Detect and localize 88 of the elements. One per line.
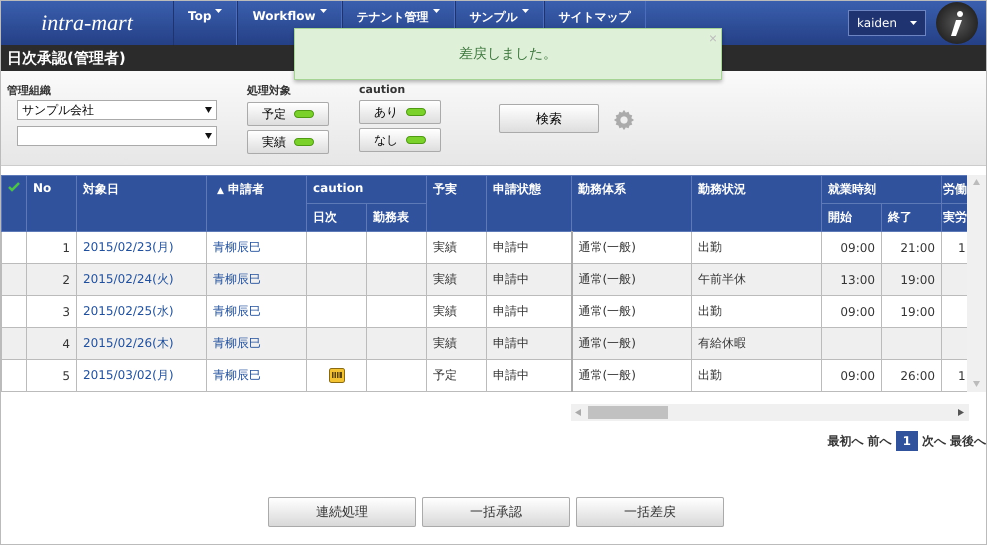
table-cell: 通常(一般) [572,328,692,360]
table-cell: 出勤 [692,296,822,328]
column-header: 申請状態 [486,176,572,232]
table-cell: 4 [26,328,76,360]
previous-page-link[interactable]: 前へ [868,432,892,450]
table-cell: 申請中 [486,264,572,296]
filter-label: caution [359,83,406,96]
column-header: 予実 [426,176,487,232]
scroll-right-icon[interactable] [958,409,965,416]
scroll-left-icon[interactable] [575,409,582,416]
column-header: 終了 [882,204,942,232]
column-group-header: caution [306,176,427,204]
table-cell: 実績 [426,232,487,264]
caution-icon[interactable] [328,368,344,384]
vertical-scrollbar[interactable] [967,175,986,392]
dropdown-icon[interactable] [205,106,212,114]
page-number-link[interactable]: 1 [896,431,918,451]
column-group-header: 就業時刻 [822,176,942,204]
table-cell: 19:00 [882,264,942,296]
caret-icon [432,9,440,13]
column-header: 対象日 [76,176,206,232]
settings-icon[interactable] [613,109,635,131]
table-cell: 有給休暇 [692,328,822,360]
last-page-link[interactable]: 最後へ [950,432,986,450]
table-cell: 申請中 [486,232,572,264]
filter-label: 処理対象 [247,83,292,98]
action-button[interactable]: 一括承認 [422,497,570,527]
filter-toggle-button[interactable]: 予定 [247,102,329,126]
scroll-down-icon[interactable] [973,381,980,388]
dropdown-icon[interactable] [205,132,212,140]
table-cell: 申請中 [486,296,572,328]
table-cell: 通常(一般) [572,264,692,296]
action-button[interactable]: 一括差戻 [576,497,724,527]
filter-toggle-button[interactable]: あり [359,100,441,124]
next-page-link[interactable]: 次へ [922,432,946,450]
table-cell: 5 [26,360,76,392]
table-cell: 1 [942,232,968,264]
column-header: 開始 [822,204,882,232]
select-all-header[interactable] [2,176,26,232]
table-cell: 1 [26,232,76,264]
caret-icon [320,9,327,13]
table-cell: 申請中 [486,360,572,392]
action-button[interactable]: 連続処理 [268,497,416,527]
caret-icon [215,9,222,13]
sortable-column-header[interactable]: ▲ 申請者 [206,176,306,232]
table-cell: 09:00 [822,296,882,328]
table-cell: 1 [942,360,968,392]
table-cell: 09:00 [822,232,882,264]
filter-label: 管理組織 [7,83,52,98]
organization-select[interactable]: サンプル会社 [17,100,217,120]
user-menu-button[interactable]: kaiden [848,10,926,36]
column-header: 実労 [942,204,968,232]
filter-toggle-button[interactable]: 実績 [247,130,329,154]
table-cell: 実績 [426,328,487,360]
filter-toggle-button[interactable]: なし [359,128,441,152]
search-button[interactable]: 検索 [499,104,599,133]
table-cell: 通常(一般) [572,232,692,264]
table-cell: 午前半休 [692,264,822,296]
table-cell: 申請中 [486,328,572,360]
column-header: No [26,176,76,232]
table-cell: 実績 [426,296,487,328]
table-cell: 予定 [426,360,487,392]
column-group-header: 労働 [942,176,968,204]
scroll-up-icon[interactable] [973,179,980,186]
caret-icon [522,9,529,13]
table-cell: 21:00 [882,232,942,264]
column-header: 勤務体系 [572,176,692,232]
table-cell: 26:00 [882,360,942,392]
table-cell: 通常(一般) [572,360,692,392]
caret-icon [910,21,917,25]
table-cell: 3 [26,296,76,328]
first-page-link[interactable]: 最初へ [828,432,864,450]
notification-message: 差戻しました。 [459,45,557,63]
table-cell: 出勤 [692,360,822,392]
table-cell: 19:00 [882,296,942,328]
horizontal-scrollbar[interactable] [571,404,969,421]
check-icon [8,182,20,192]
info-logo-icon [936,2,978,44]
table-cell: 実績 [426,264,487,296]
table-cell: 09:00 [822,360,882,392]
column-header: 勤務状況 [692,176,822,232]
table-cell: 通常(一般) [572,296,692,328]
column-header: 日次 [306,204,366,232]
column-header: 勤務表 [366,204,427,232]
table-cell: 出勤 [692,232,822,264]
table-cell: 2 [26,264,76,296]
table-cell: 13:00 [822,264,882,296]
logo: intra-mart [40,9,134,37]
